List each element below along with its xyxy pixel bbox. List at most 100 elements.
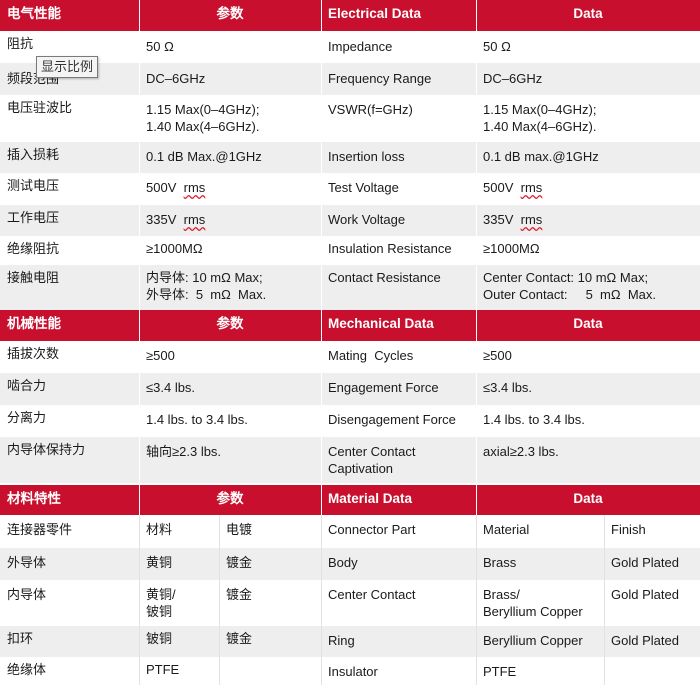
row-material: 黄铜/ 铍铜 (139, 580, 219, 626)
row-data: ≤3.4 lbs. (483, 380, 533, 395)
header-material-cn: 材料特性 (7, 491, 61, 506)
row-label-cn: 绝缘阻抗 (7, 241, 60, 256)
row-param: 0.1 dB Max.@1GHz (146, 149, 262, 164)
unit: rms (183, 212, 206, 227)
mechanical-header-row: 机械性能 参数 Mechanical Data Data (0, 310, 700, 341)
row-finish: 镀金 (226, 631, 253, 646)
row-param: ≥500 (146, 348, 175, 363)
row-data-material: Brass/ Beryllium Copper (476, 580, 604, 626)
table-row: 分离力 1.4 lbs. to 3.4 lbs. Disengagement F… (0, 405, 700, 437)
row-data: 50 Ω (483, 39, 511, 54)
row-label-cn: 插拔次数 (7, 346, 60, 361)
data-material-line-1: Brass/ (483, 587, 520, 602)
table-row: 工作电压 335V rms Work Voltage 335V rms (0, 205, 700, 236)
header-electrical-cn: 电气性能 (7, 6, 61, 21)
header-data: Data (573, 6, 603, 21)
en-line-2: Captivation (328, 461, 394, 476)
header-electrical-en: Electrical Data (328, 6, 422, 21)
row-label-en: Disengagement Force (328, 412, 456, 427)
row-data: axial≥2.3 lbs. (483, 444, 559, 459)
table-row: 内导体保持力 轴向≥2.3 lbs. Center Contact Captiv… (0, 437, 700, 483)
row-label-en: Impedance (328, 39, 393, 54)
header-param: 参数 (216, 6, 244, 21)
row-label-en: VSWR(f=GHz) (328, 102, 413, 117)
row-param: 500V rms (139, 173, 321, 205)
header-param: 参数 (216, 491, 244, 506)
unit: rms (183, 180, 206, 195)
row-label-cn: 外导体 (7, 555, 47, 570)
unit: rms (520, 212, 543, 227)
table-row: 频段范围 DC–6GHz Frequency Range DC–6GHz (0, 63, 700, 95)
row-label-cn: 内导体保持力 (7, 442, 86, 457)
header-mechanical-cn: 机械性能 (7, 316, 61, 331)
row-param: ≥1000MΩ (146, 241, 203, 256)
unit: rms (520, 180, 543, 195)
value: 335V (146, 212, 177, 227)
table-row: 插拔次数 ≥500 Mating Cycles ≥500 (0, 341, 700, 373)
row-label-cn: 接触电阻 (7, 270, 60, 285)
row-label-en: Test Voltage (328, 180, 399, 195)
row-material: 黄铜 (146, 555, 173, 570)
row-data-finish: Finish (611, 522, 646, 537)
header-data: Data (573, 316, 603, 331)
row-data: 1.15 Max(0–4GHz); 1.40 Max(4–6GHz). (476, 95, 700, 142)
row-label-cn: 连接器零件 (7, 522, 73, 537)
row-label-en: Ring (328, 633, 355, 648)
row-data: Center Contact: 10 mΩ Max; Outer Contact… (476, 265, 700, 310)
table-row: 插入损耗 0.1 dB Max.@1GHz Insertion loss 0.1… (0, 142, 700, 173)
table-row: 绝缘体 PTFE Insulator PTFE (0, 657, 700, 685)
row-data-finish: Gold Plated (611, 633, 679, 648)
table-row: 绝缘阻抗 ≥1000MΩ Insulation Resistance ≥1000… (0, 236, 700, 265)
row-material: PTFE (146, 662, 180, 677)
row-finish: 镀金 (226, 555, 253, 570)
param-line-2: 外导体: 5 mΩ Max. (146, 287, 267, 302)
table-row: 阻抗 50 Ω Impedance 50 Ω (0, 31, 700, 63)
param-line-1: 内导体: 10 mΩ Max; (146, 270, 263, 285)
row-label-en: Work Voltage (328, 212, 406, 227)
row-label-en: Mating Cycles (328, 348, 414, 363)
row-data-material: Brass (483, 555, 517, 570)
row-data: DC–6GHz (483, 71, 543, 86)
row-label-en: Insertion loss (328, 149, 405, 164)
row-finish: 电镀 (226, 522, 253, 537)
value: 335V (483, 212, 514, 227)
row-data-finish (604, 657, 700, 685)
row-param: DC–6GHz (146, 71, 206, 86)
data-line-1: Center Contact: 10 mΩ Max; (483, 270, 649, 285)
row-label-cn: 工作电压 (7, 210, 60, 225)
row-data-material: Beryllium Copper (483, 633, 583, 648)
value: 500V (483, 180, 514, 195)
table-row: 接触电阻 内导体: 10 mΩ Max; 外导体: 5 mΩ Max. Cont… (0, 265, 700, 310)
header-param: 参数 (216, 316, 244, 331)
header-mechanical-en: Mechanical Data (328, 316, 434, 331)
row-finish: 镀金 (226, 587, 253, 602)
row-label-en: Insulation Resistance (328, 241, 452, 256)
row-param: 50 Ω (146, 39, 174, 54)
table-row: 测试电压 500V rms Test Voltage 500V rms (0, 173, 700, 205)
header-data: Data (573, 491, 603, 506)
param-line-1: 1.15 Max(0–4GHz); (146, 102, 260, 117)
table-row: 扣环 铍铜 镀金 Ring Beryllium Copper Gold Plat… (0, 626, 700, 657)
table-row: 外导体 黄铜 镀金 Body Brass Gold Plated (0, 548, 700, 580)
row-finish (219, 657, 321, 685)
row-label-en: Contact Resistance (328, 270, 441, 285)
electrical-header-row: 电气性能 参数 Electrical Data Data (0, 0, 700, 31)
row-label-cn: 内导体 (7, 587, 47, 602)
row-label-cn: 绝缘体 (7, 662, 47, 677)
row-param: 1.4 lbs. to 3.4 lbs. (146, 412, 248, 427)
row-label-en: Center Contact Captivation (321, 437, 476, 483)
material-line-1: 黄铜/ (146, 587, 176, 602)
row-label-en: Engagement Force (328, 380, 439, 395)
data-line-2: Outer Contact: 5 mΩ Max. (483, 287, 656, 302)
row-label-en: Connector Part (328, 522, 416, 537)
value: 500V (146, 180, 177, 195)
row-material: 材料 (146, 522, 173, 537)
material-line-2: 铍铜 (146, 604, 173, 619)
material-header-row: 材料特性 参数 Material Data Data (0, 485, 700, 515)
row-label-cn: 扣环 (7, 631, 34, 646)
row-param: 轴向≥2.3 lbs. (146, 444, 222, 459)
table-row: 啮合力 ≤3.4 lbs. Engagement Force ≤3.4 lbs. (0, 373, 700, 405)
row-label-cn: 电压驻波比 (7, 100, 73, 115)
param-line-2: 1.40 Max(4–6GHz). (146, 119, 260, 134)
row-param: 内导体: 10 mΩ Max; 外导体: 5 mΩ Max. (139, 265, 321, 310)
